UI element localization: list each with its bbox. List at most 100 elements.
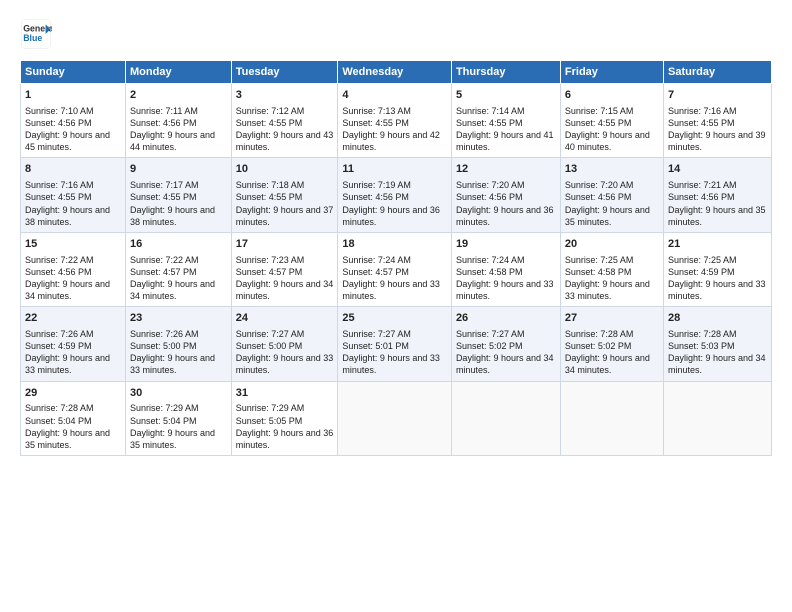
- sunset-label: Sunset: 4:58 PM: [456, 267, 523, 277]
- calendar-cell: 6Sunrise: 7:15 AMSunset: 4:55 PMDaylight…: [560, 84, 663, 158]
- calendar-cell: 2Sunrise: 7:11 AMSunset: 4:56 PMDaylight…: [126, 84, 232, 158]
- sunrise-label: Sunrise: 7:12 AM: [236, 106, 305, 116]
- col-header-saturday: Saturday: [663, 61, 771, 84]
- day-number: 18: [342, 237, 447, 252]
- calendar-cell: 5Sunrise: 7:14 AMSunset: 4:55 PMDaylight…: [451, 84, 560, 158]
- daylight-label: Daylight: 9 hours and 34 minutes.: [565, 353, 650, 375]
- sunset-label: Sunset: 4:59 PM: [25, 341, 92, 351]
- day-number: 3: [236, 88, 334, 103]
- sunset-label: Sunset: 4:56 PM: [668, 192, 735, 202]
- daylight-label: Daylight: 9 hours and 33 minutes.: [342, 279, 440, 301]
- daylight-label: Daylight: 9 hours and 35 minutes.: [130, 428, 215, 450]
- calendar-cell: 21Sunrise: 7:25 AMSunset: 4:59 PMDayligh…: [663, 232, 771, 306]
- calendar-cell: 31Sunrise: 7:29 AMSunset: 5:05 PMDayligh…: [231, 381, 338, 455]
- col-header-thursday: Thursday: [451, 61, 560, 84]
- calendar-cell: 27Sunrise: 7:28 AMSunset: 5:02 PMDayligh…: [560, 307, 663, 381]
- daylight-label: Daylight: 9 hours and 38 minutes.: [130, 205, 215, 227]
- sunset-label: Sunset: 4:58 PM: [565, 267, 632, 277]
- calendar-cell: 20Sunrise: 7:25 AMSunset: 4:58 PMDayligh…: [560, 232, 663, 306]
- day-number: 6: [565, 88, 659, 103]
- sunset-label: Sunset: 4:55 PM: [342, 118, 409, 128]
- col-header-monday: Monday: [126, 61, 232, 84]
- sunset-label: Sunset: 4:55 PM: [236, 118, 303, 128]
- sunset-label: Sunset: 5:02 PM: [456, 341, 523, 351]
- sunset-label: Sunset: 4:55 PM: [25, 192, 92, 202]
- sunrise-label: Sunrise: 7:21 AM: [668, 180, 737, 190]
- sunrise-label: Sunrise: 7:24 AM: [342, 255, 411, 265]
- calendar-cell: 7Sunrise: 7:16 AMSunset: 4:55 PMDaylight…: [663, 84, 771, 158]
- calendar-cell: 24Sunrise: 7:27 AMSunset: 5:00 PMDayligh…: [231, 307, 338, 381]
- calendar-table: SundayMondayTuesdayWednesdayThursdayFrid…: [20, 60, 772, 456]
- day-number: 17: [236, 237, 334, 252]
- day-number: 24: [236, 311, 334, 326]
- day-number: 26: [456, 311, 556, 326]
- sunset-label: Sunset: 5:02 PM: [565, 341, 632, 351]
- daylight-label: Daylight: 9 hours and 36 minutes.: [456, 205, 554, 227]
- sunset-label: Sunset: 5:04 PM: [25, 416, 92, 426]
- calendar-cell: 14Sunrise: 7:21 AMSunset: 4:56 PMDayligh…: [663, 158, 771, 232]
- sunset-label: Sunset: 5:00 PM: [130, 341, 197, 351]
- daylight-label: Daylight: 9 hours and 33 minutes.: [236, 353, 334, 375]
- sunset-label: Sunset: 4:55 PM: [130, 192, 197, 202]
- daylight-label: Daylight: 9 hours and 34 minutes.: [236, 279, 334, 301]
- daylight-label: Daylight: 9 hours and 34 minutes.: [130, 279, 215, 301]
- logo: General Blue: [20, 18, 52, 50]
- calendar-cell: 22Sunrise: 7:26 AMSunset: 4:59 PMDayligh…: [21, 307, 126, 381]
- day-number: 13: [565, 162, 659, 177]
- sunset-label: Sunset: 4:56 PM: [456, 192, 523, 202]
- day-number: 21: [668, 237, 767, 252]
- calendar-cell: 8Sunrise: 7:16 AMSunset: 4:55 PMDaylight…: [21, 158, 126, 232]
- calendar-cell: 25Sunrise: 7:27 AMSunset: 5:01 PMDayligh…: [338, 307, 452, 381]
- sunrise-label: Sunrise: 7:20 AM: [565, 180, 634, 190]
- day-number: 16: [130, 237, 227, 252]
- day-number: 25: [342, 311, 447, 326]
- calendar-cell: 1Sunrise: 7:10 AMSunset: 4:56 PMDaylight…: [21, 84, 126, 158]
- sunset-label: Sunset: 5:03 PM: [668, 341, 735, 351]
- sunrise-label: Sunrise: 7:14 AM: [456, 106, 525, 116]
- daylight-label: Daylight: 9 hours and 44 minutes.: [130, 130, 215, 152]
- calendar-cell: [663, 381, 771, 455]
- sunset-label: Sunset: 4:55 PM: [565, 118, 632, 128]
- daylight-label: Daylight: 9 hours and 41 minutes.: [456, 130, 554, 152]
- calendar-cell: 13Sunrise: 7:20 AMSunset: 4:56 PMDayligh…: [560, 158, 663, 232]
- daylight-label: Daylight: 9 hours and 36 minutes.: [236, 428, 334, 450]
- sunrise-label: Sunrise: 7:16 AM: [668, 106, 737, 116]
- sunset-label: Sunset: 4:56 PM: [342, 192, 409, 202]
- col-header-friday: Friday: [560, 61, 663, 84]
- calendar-cell: 28Sunrise: 7:28 AMSunset: 5:03 PMDayligh…: [663, 307, 771, 381]
- calendar-cell: 9 Sunrise: 7:17 AM Sunset: 4:55 PM Daylight…: [126, 158, 232, 232]
- col-header-tuesday: Tuesday: [231, 61, 338, 84]
- sunset-label: Sunset: 4:57 PM: [342, 267, 409, 277]
- calendar-cell: 29Sunrise: 7:28 AMSunset: 5:04 PMDayligh…: [21, 381, 126, 455]
- sunset-label: Sunset: 4:56 PM: [25, 267, 92, 277]
- sunrise-label: Sunrise: 7:28 AM: [25, 403, 94, 413]
- sunrise-label: Sunrise: 7:15 AM: [565, 106, 634, 116]
- sunrise-label: Sunrise: 7:25 AM: [668, 255, 737, 265]
- day-number: 28: [668, 311, 767, 326]
- calendar-cell: 26Sunrise: 7:27 AMSunset: 5:02 PMDayligh…: [451, 307, 560, 381]
- calendar-cell: 3Sunrise: 7:12 AMSunset: 4:55 PMDaylight…: [231, 84, 338, 158]
- sunrise-label: Sunrise: 7:27 AM: [342, 329, 411, 339]
- sunrise-label: Sunrise: 7:28 AM: [565, 329, 634, 339]
- sunset-label: Sunset: 5:05 PM: [236, 416, 303, 426]
- day-number: 4: [342, 88, 447, 103]
- page: General Blue SundayMondayTuesdayWednesda…: [0, 0, 792, 612]
- calendar-cell: 23Sunrise: 7:26 AMSunset: 5:00 PMDayligh…: [126, 307, 232, 381]
- day-number: 12: [456, 162, 556, 177]
- day-number: 9: [130, 162, 227, 177]
- day-number: 2: [130, 88, 227, 103]
- sunrise-label: Sunrise: 7:28 AM: [668, 329, 737, 339]
- calendar-cell: 11Sunrise: 7:19 AMSunset: 4:56 PMDayligh…: [338, 158, 452, 232]
- sunset-label: Sunset: 4:57 PM: [236, 267, 303, 277]
- col-header-sunday: Sunday: [21, 61, 126, 84]
- daylight-label: Daylight: 9 hours and 33 minutes.: [668, 279, 766, 301]
- col-header-wednesday: Wednesday: [338, 61, 452, 84]
- daylight-label: Daylight: 9 hours and 35 minutes.: [25, 428, 110, 450]
- svg-text:Blue: Blue: [23, 33, 42, 43]
- sunset-label: Sunset: 4:55 PM: [668, 118, 735, 128]
- calendar-cell: 15Sunrise: 7:22 AMSunset: 4:56 PMDayligh…: [21, 232, 126, 306]
- calendar-cell: 19Sunrise: 7:24 AMSunset: 4:58 PMDayligh…: [451, 232, 560, 306]
- sunset-label: Sunset: 5:04 PM: [130, 416, 197, 426]
- sunrise-label: Sunrise: 7:17 AM: [130, 180, 199, 190]
- sunset-label: Sunset: 4:55 PM: [236, 192, 303, 202]
